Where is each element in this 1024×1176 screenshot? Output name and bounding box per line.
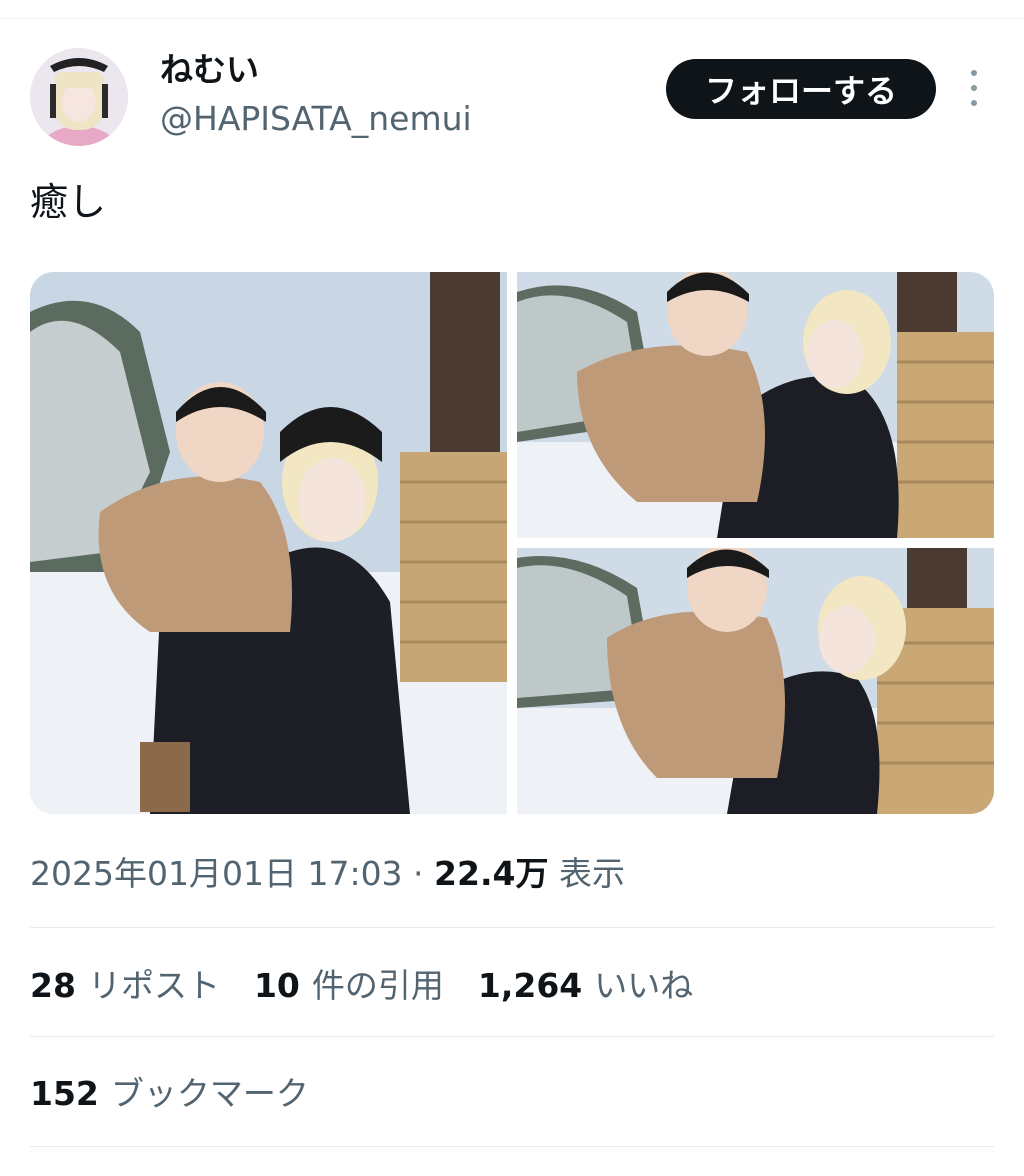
bookmarks-label: ブックマーク [110, 1074, 309, 1113]
likes-count: 1,264 [477, 966, 583, 1005]
dot [971, 70, 977, 76]
follow-button[interactable]: フォローする [666, 59, 936, 119]
dot [971, 85, 977, 91]
views-count: 22.4万 [434, 854, 549, 893]
bookmarks-count: 152 [30, 1074, 99, 1113]
media-grid [30, 272, 994, 814]
reposts-stat[interactable]: 28 リポスト [30, 962, 220, 1010]
quotes-count: 10 [253, 966, 300, 1005]
meta-separator: · [402, 854, 435, 893]
reposts-count: 28 [30, 966, 76, 1005]
display-name[interactable]: ねむい [160, 50, 259, 90]
divider [30, 927, 994, 928]
dot [971, 100, 977, 106]
likes-stat[interactable]: 1,264 いいね [478, 962, 693, 1010]
avatar[interactable] [30, 48, 128, 146]
tweet-text: 癒し [30, 180, 107, 224]
more-options-icon[interactable] [962, 70, 986, 106]
views-label: 表示 [558, 854, 625, 893]
likes-label: いいね [594, 966, 694, 1005]
photo-1[interactable] [30, 272, 507, 814]
bookmarks-stat[interactable]: 152 ブックマーク [30, 1070, 309, 1118]
quotes-label: 件の引用 [311, 966, 444, 1005]
photo-3[interactable] [517, 548, 994, 814]
quotes-stat[interactable]: 10 件の引用 [254, 962, 444, 1010]
stats-row: 28 リポスト 10 件の引用 1,264 いいね [30, 962, 693, 1010]
user-handle[interactable]: @HAPISATA_nemui [160, 98, 472, 140]
top-divider [0, 18, 1024, 19]
divider [30, 1036, 994, 1037]
divider [30, 1146, 994, 1147]
reposts-label: リポスト [87, 966, 220, 1005]
photo-2[interactable] [517, 272, 994, 538]
tweet-meta: 2025年01月01日 17:03 · 22.4万 表示 [30, 850, 625, 898]
timestamp[interactable]: 2025年01月01日 17:03 [30, 854, 403, 893]
